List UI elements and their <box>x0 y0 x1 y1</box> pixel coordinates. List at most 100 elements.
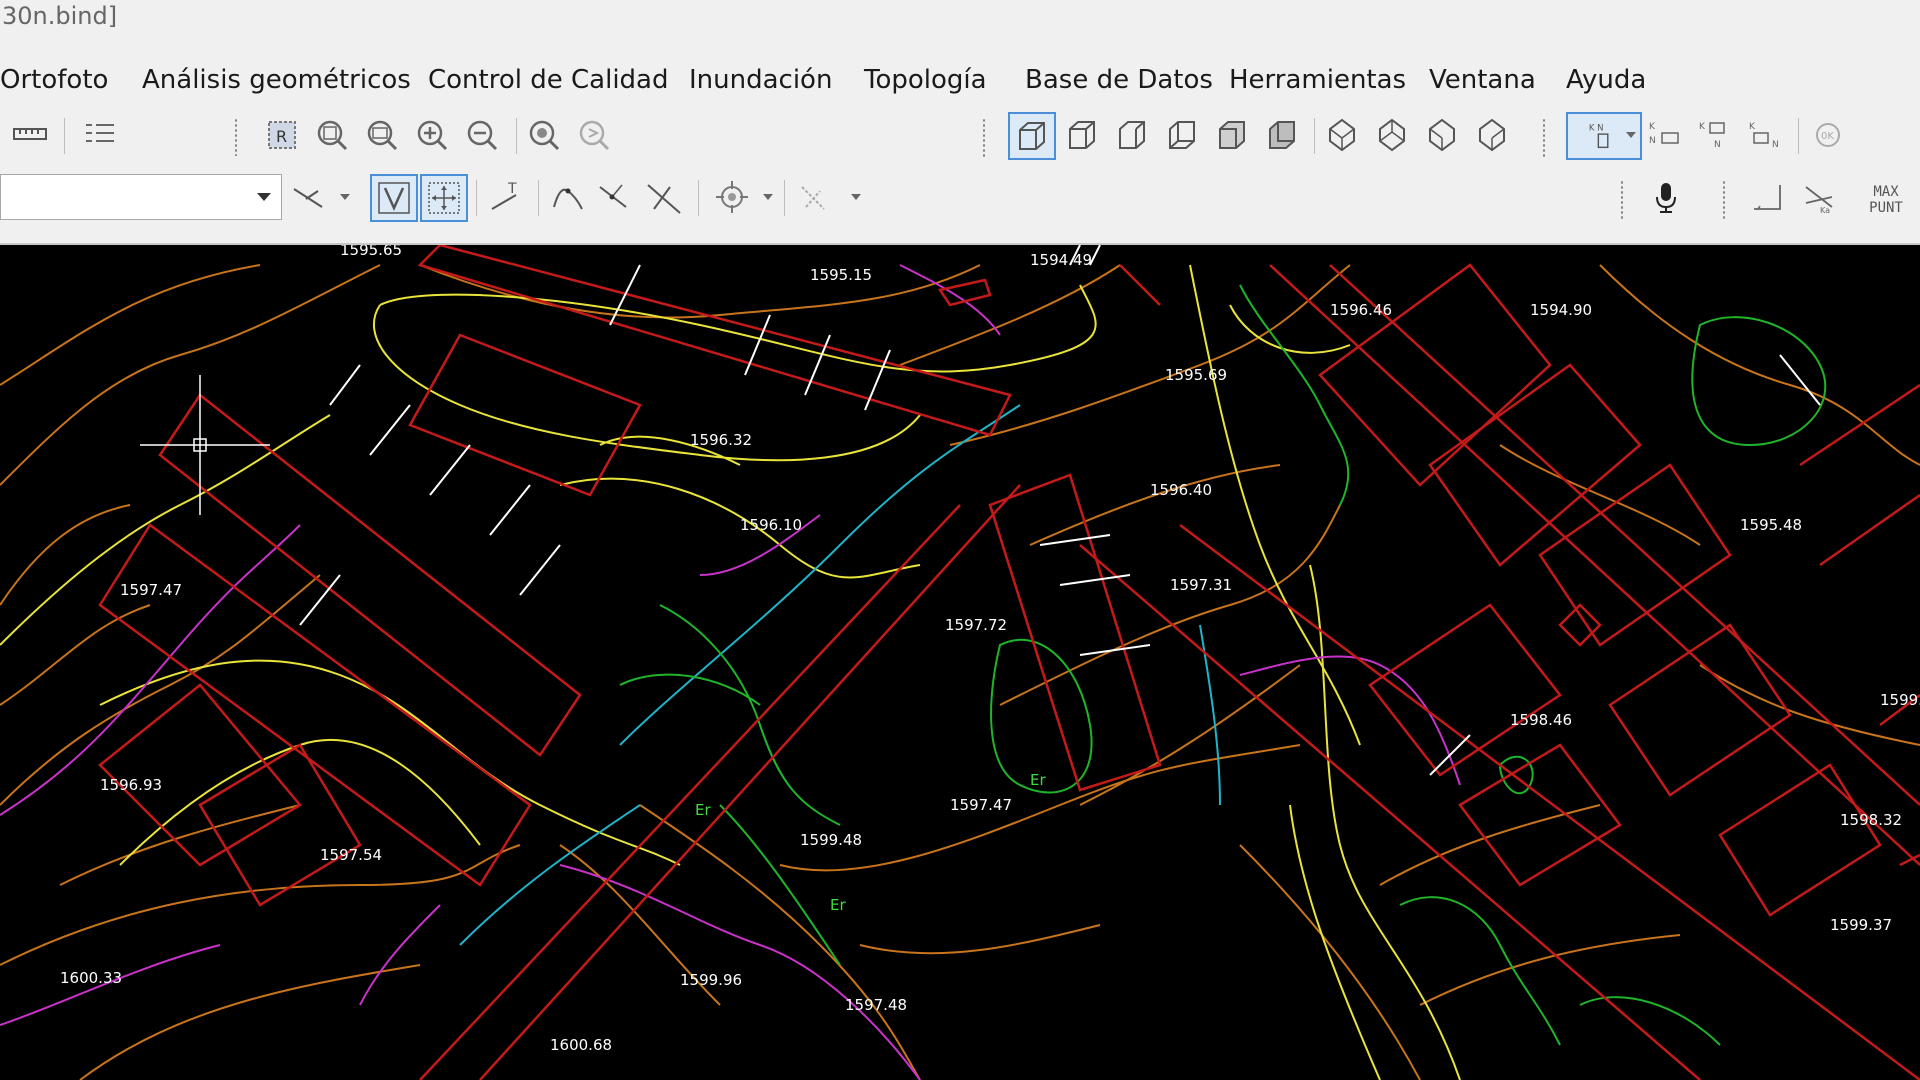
snap-node-center-icon[interactable]: KN <box>1696 115 1736 155</box>
svg-text:R: R <box>276 127 287 146</box>
menu-ortofoto[interactable]: Ortofoto <box>0 58 108 102</box>
elevation-label: 1596.10 <box>740 516 802 534</box>
target-snap-icon[interactable] <box>712 177 752 217</box>
elevation-label: 1597.48 <box>845 996 907 1014</box>
chevron-down-icon <box>1626 132 1636 138</box>
move-vertex-icon[interactable] <box>420 174 468 222</box>
window-title: 30n.bind] <box>2 2 118 30</box>
toolbar-separator <box>516 118 517 154</box>
elevation-label: 1594.90 <box>1530 301 1592 319</box>
elevation-label: 1600.33 <box>60 969 122 987</box>
snap-disabled-icon[interactable]: 0K <box>1808 115 1848 155</box>
toolbar-separator <box>1314 118 1315 154</box>
svg-text:K: K <box>1749 122 1756 132</box>
menu-topologia[interactable]: Topología <box>864 58 987 102</box>
toolbar-grip[interactable] <box>1618 180 1626 220</box>
zoom-extents-icon[interactable] <box>312 115 352 155</box>
toolbar-grip[interactable] <box>980 118 988 158</box>
elevation-label: 1597.31 <box>1170 576 1232 594</box>
iso-view-sw-icon[interactable] <box>1422 115 1462 155</box>
zoom-next-icon[interactable] <box>574 115 614 155</box>
vertex-mode-icon[interactable] <box>370 174 418 222</box>
view-top-cube-icon[interactable] <box>1008 112 1056 160</box>
svg-text:K N: K N <box>1589 123 1604 133</box>
iso-view-ne-icon[interactable] <box>1372 115 1412 155</box>
menu-control-de-calidad[interactable]: Control de Calidad <box>428 58 669 102</box>
toolbar-separator <box>538 180 539 216</box>
elevation-label: 1597.47 <box>950 796 1012 814</box>
svg-text:T: T <box>507 181 517 197</box>
svg-text:N: N <box>1772 140 1779 150</box>
vegetation-code: Er <box>695 801 711 819</box>
elevation-label: 1596.46 <box>1330 301 1392 319</box>
zoom-out-icon[interactable] <box>462 115 502 155</box>
elevation-label: 1600.68 <box>550 1036 612 1054</box>
elevation-label: 1595.69 <box>1165 366 1227 384</box>
arc-tool-icon[interactable] <box>548 177 588 217</box>
text-pointer-icon[interactable]: T <box>486 177 526 217</box>
snap-perpendicular-icon[interactable] <box>596 177 636 217</box>
menu-ventana[interactable]: Ventana <box>1429 58 1536 102</box>
chevron-down-icon <box>257 193 271 201</box>
elevation-label: 1595.15 <box>810 266 872 284</box>
view-side-cube-icon[interactable] <box>1112 115 1152 155</box>
profile-line-icon[interactable] <box>1748 177 1788 217</box>
elevation-label: 1595.48 <box>1740 516 1802 534</box>
application-chrome: 30n.bind] Ortofoto Análisis geométricos … <box>0 0 1920 245</box>
elevation-label: 1599.96 <box>680 971 742 989</box>
vegetation-code: Er <box>1030 771 1046 789</box>
cad-drawing-canvas[interactable]: 1595.65 1595.15 1594.49 1596.46 1594.90 … <box>0 245 1920 1080</box>
max-punt-button[interactable]: MAX PUNT <box>1862 184 1910 216</box>
zoom-window-icon[interactable] <box>362 115 402 155</box>
menu-herramientas[interactable]: Herramientas <box>1229 58 1406 102</box>
layer-list-icon[interactable] <box>80 115 120 155</box>
iso-view-se-icon[interactable] <box>1472 115 1512 155</box>
view-front-cube-icon[interactable] <box>1062 115 1102 155</box>
view-right-cube-icon[interactable] <box>1162 115 1202 155</box>
elevation-label: 1594.49 <box>1030 251 1092 269</box>
elevation-label: 1596.93 <box>100 776 162 794</box>
svg-text:Ka: Ka <box>1820 206 1830 215</box>
toolbar-separator <box>1798 118 1799 154</box>
elevation-label: 1598.32 <box>1840 811 1902 829</box>
snap-line-icon[interactable] <box>290 177 330 217</box>
snap-intersection-icon[interactable] <box>644 177 684 217</box>
layer-select[interactable] <box>0 174 282 220</box>
svg-text:N: N <box>1714 140 1721 150</box>
svg-text:K: K <box>1649 122 1656 132</box>
elevation-label: 1596.40 <box>1150 481 1212 499</box>
chevron-down-icon[interactable] <box>851 194 861 200</box>
zoom-in-icon[interactable] <box>412 115 452 155</box>
iso-view-nw-icon[interactable] <box>1322 115 1362 155</box>
snap-node-dropdown[interactable]: K N <box>1566 112 1642 160</box>
toolbar-separator <box>64 118 65 154</box>
zoom-region-icon[interactable]: R <box>262 115 302 155</box>
zoom-previous-icon[interactable] <box>524 115 564 155</box>
menu-base-de-datos[interactable]: Base de Datos <box>1025 58 1213 102</box>
slope-measure-icon[interactable]: Ka <box>1800 177 1840 217</box>
menu-bar: Ortofoto Análisis geométricos Control de… <box>0 58 1920 102</box>
toolbar-grip[interactable] <box>1540 118 1548 158</box>
elevation-label: 1598.46 <box>1510 711 1572 729</box>
menu-analisis-geometricos[interactable]: Análisis geométricos <box>142 58 411 102</box>
view-bottom-cube-icon[interactable] <box>1262 115 1302 155</box>
svg-text:0K: 0K <box>1821 131 1834 142</box>
view-back-cube-icon[interactable] <box>1212 115 1252 155</box>
toolbar-separator <box>698 180 699 216</box>
snap-node-right-icon[interactable]: KN <box>1746 115 1786 155</box>
menu-inundacion[interactable]: Inundación <box>689 58 832 102</box>
menu-ayuda[interactable]: Ayuda <box>1566 58 1646 102</box>
toolbar-grip[interactable] <box>1720 180 1728 220</box>
toolbar-grip[interactable] <box>232 118 240 156</box>
chevron-down-icon[interactable] <box>763 194 773 200</box>
vegetation-code: Er <box>830 896 846 914</box>
snap-node-left-icon[interactable]: KN <box>1646 115 1686 155</box>
chevron-down-icon[interactable] <box>340 194 350 200</box>
elevation-label: 1599.37 <box>1830 916 1892 934</box>
trace-snap-icon[interactable] <box>796 177 836 217</box>
elevation-label: 1597.47 <box>120 581 182 599</box>
elevation-label: 1599.48 <box>800 831 862 849</box>
svg-text:K: K <box>1699 122 1706 132</box>
microphone-icon[interactable] <box>1646 177 1686 217</box>
ruler-icon[interactable] <box>10 115 50 155</box>
